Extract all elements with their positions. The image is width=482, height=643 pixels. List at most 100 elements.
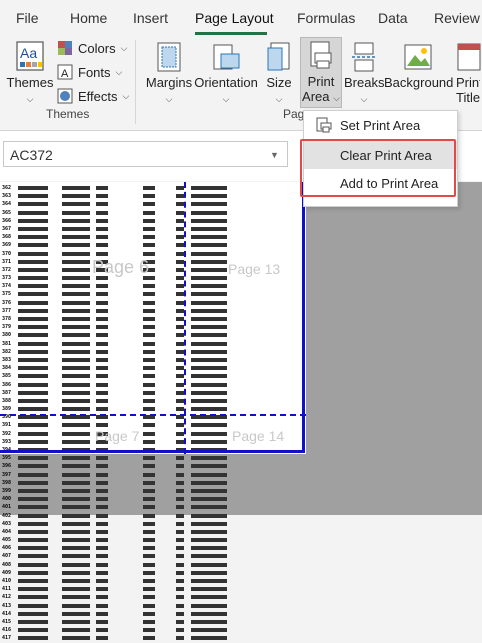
cell-content [62, 595, 90, 600]
tab-home[interactable]: Home [70, 10, 107, 26]
print-area-label-line1: Print [307, 74, 335, 89]
cell-content [62, 570, 90, 575]
print-area-border[interactable] [0, 182, 305, 453]
svg-text:Aa: Aa [20, 45, 37, 61]
cell-content [96, 538, 108, 543]
cell-content [143, 505, 155, 510]
print-area-icon [310, 41, 332, 69]
tab-file[interactable]: File [16, 10, 39, 26]
cell-content [143, 521, 155, 526]
cell-content [143, 570, 155, 575]
tab-formulas[interactable]: Formulas [297, 10, 355, 26]
chevron-down-icon: ⌵ [115, 66, 123, 77]
cell-content [191, 628, 227, 633]
row-number: 395 [2, 455, 12, 462]
print-titles-button[interactable]: Print Titles [456, 42, 482, 105]
row-number: 413 [2, 602, 12, 609]
cell-content [191, 456, 227, 461]
table-row: 399 [0, 487, 306, 495]
margins-button[interactable]: Margins ⌵ [144, 42, 194, 105]
page-watermark: Page 6 [92, 257, 150, 277]
cell-content [191, 595, 227, 600]
row-number: 406 [2, 545, 12, 552]
menu-item-set-print-area[interactable]: Set Print Area [304, 111, 457, 139]
row-number: 412 [2, 594, 12, 601]
table-row: 413 [0, 602, 306, 610]
table-row: 415 [0, 618, 306, 626]
cell-content [143, 488, 155, 493]
chevron-down-icon: ⌵ [165, 94, 173, 104]
cell-content [18, 529, 48, 534]
cell-content [176, 562, 184, 567]
cell-content [191, 472, 227, 477]
cell-content [143, 538, 155, 543]
cell-content [62, 472, 90, 477]
cell-content [191, 538, 227, 543]
themes-label: Themes [6, 75, 54, 90]
cell-content [62, 554, 90, 559]
row-number: 414 [2, 610, 12, 617]
cell-content [191, 497, 227, 502]
cell-content [176, 538, 184, 543]
cell-content [62, 546, 90, 551]
cell-content [191, 521, 227, 526]
tab-insert[interactable]: Insert [133, 10, 168, 26]
size-icon [267, 42, 290, 71]
table-row: 397 [0, 471, 306, 479]
chevron-down-icon: ⌵ [275, 94, 283, 104]
chevron-down-icon: ⌵ [360, 94, 368, 104]
cell-content [62, 587, 90, 592]
fonts-button[interactable]: A Fonts ⌵ [57, 64, 122, 80]
cell-content [62, 521, 90, 526]
cell-content [96, 587, 108, 592]
breaks-button[interactable]: Breaks ⌵ [344, 42, 384, 105]
print-area-button[interactable]: Print Area ⌵ [300, 37, 342, 108]
cell-content [191, 579, 227, 583]
table-row: 398 [0, 479, 306, 487]
cell-content [143, 619, 155, 624]
tab-data[interactable]: Data [378, 10, 408, 26]
cell-content [96, 636, 108, 641]
ribbon-tabs: File Home Insert Page Layout Formulas Da… [0, 0, 482, 36]
row-number: 397 [2, 471, 12, 478]
cell-content [143, 497, 155, 502]
fonts-icon: A [57, 64, 73, 80]
themes-button[interactable]: Aa Themes ⌵ [6, 40, 54, 105]
background-button[interactable]: Background [384, 42, 453, 90]
table-row: 408 [0, 561, 306, 569]
cell-content [143, 464, 155, 469]
name-box[interactable]: AC372 [3, 141, 288, 167]
effects-button[interactable]: Effects ⌵ [57, 88, 129, 104]
cell-content [191, 570, 227, 575]
cell-content [96, 505, 108, 510]
effects-icon [57, 88, 73, 104]
tab-page-layout[interactable]: Page Layout [195, 10, 274, 26]
cell-content [143, 579, 155, 583]
orientation-button[interactable]: Orientation ⌵ [194, 42, 258, 105]
cell-content [143, 628, 155, 633]
cell-content [176, 554, 184, 559]
cell-content [191, 562, 227, 567]
cell-content [143, 554, 155, 559]
size-button[interactable]: Size ⌵ [262, 42, 296, 105]
cell-content [191, 619, 227, 624]
cell-content [176, 603, 184, 608]
fonts-label: Fonts [78, 64, 111, 80]
print-titles-label: Print Titles [456, 75, 480, 105]
cell-content [62, 538, 90, 543]
table-row: 412 [0, 593, 306, 601]
cell-content [96, 628, 108, 633]
cell-content [191, 554, 227, 559]
colors-button[interactable]: Colors ⌵ [57, 40, 127, 56]
cell-content [176, 579, 184, 583]
cell-content [96, 562, 108, 567]
chevron-down-icon[interactable]: ▼ [270, 150, 279, 160]
row-number: 409 [2, 569, 12, 576]
cell-content [191, 505, 227, 510]
row-number: 403 [2, 520, 12, 527]
row-number: 405 [2, 537, 12, 544]
tab-review[interactable]: Review [434, 10, 480, 26]
colors-icon [58, 41, 72, 55]
table-row: 409 [0, 569, 306, 577]
row-number: 410 [2, 578, 12, 584]
